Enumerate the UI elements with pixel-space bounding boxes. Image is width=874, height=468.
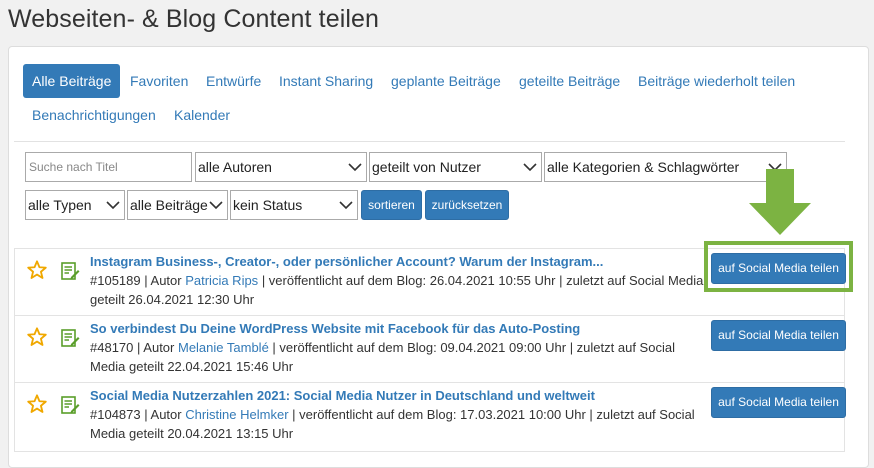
post-meta-line2: Media geteilt 20.04.2021 13:15 Uhr — [90, 426, 294, 441]
post-meta-line2: Media geteilt 22.04.2021 15:46 Uhr — [90, 359, 294, 374]
share-button[interactable]: auf Social Media teilen — [711, 387, 846, 418]
search-input[interactable]: Suche nach Titel — [25, 152, 192, 182]
author-select-value: alle Autoren — [198, 159, 272, 175]
tabs-divider — [14, 141, 845, 142]
post-title[interactable]: So verbindest Du Deine WordPress Website… — [90, 321, 580, 337]
page-title: Webseiten- & Blog Content teilen — [8, 5, 380, 33]
star-icon[interactable] — [26, 393, 48, 415]
tab-entwuerfe[interactable]: Entwürfe — [206, 71, 261, 91]
status-select-value: kein Status — [233, 197, 303, 213]
posts-select[interactable]: alle Beiträge — [127, 190, 228, 220]
share-button[interactable]: auf Social Media teilen — [711, 320, 846, 351]
post-title[interactable]: Social Media Nutzerzahlen 2021: Social M… — [90, 388, 595, 404]
post-meta: #48170 | Autor Melanie Tamblé | veröffen… — [90, 337, 704, 358]
author-prefix: | Autor — [144, 273, 182, 288]
post-id: #48170 — [90, 340, 134, 355]
tab-geplante-beitraege[interactable]: geplante Beiträge — [391, 71, 501, 91]
star-icon[interactable] — [26, 259, 48, 281]
reset-button[interactable]: zurücksetzen — [425, 190, 509, 220]
document-edit-icon — [61, 262, 80, 280]
author-select[interactable]: alle Autoren — [195, 152, 367, 182]
chevron-down-icon — [106, 201, 120, 210]
post-meta-rest: | veröffentlicht auf dem Blog: 26.04.202… — [261, 273, 704, 288]
types-select[interactable]: alle Typen — [25, 190, 125, 220]
author-link[interactable]: Christine Helmker — [185, 407, 288, 422]
chevron-down-icon — [209, 201, 223, 210]
tab-benachrichtigungen[interactable]: Benachrichtigungen — [32, 105, 156, 125]
author-prefix: | Autor — [144, 407, 182, 422]
post-meta-rest: | veröffentlicht auf dem Blog: 09.04.202… — [272, 340, 675, 355]
shared-by-select[interactable]: geteilt von Nutzer — [369, 152, 542, 182]
post-id: #104873 — [90, 407, 141, 422]
post-title[interactable]: Instagram Business-, Creator-, oder pers… — [90, 254, 603, 270]
sort-button[interactable]: sortieren — [361, 190, 422, 220]
author-prefix: | Autor — [137, 340, 175, 355]
categories-select-value: alle Kategorien & Schlagwörter — [547, 159, 740, 175]
author-link[interactable]: Patricia Rips — [185, 273, 258, 288]
posts-select-value: alle Beiträge — [130, 197, 208, 213]
chevron-down-icon — [523, 163, 537, 172]
tab-favoriten[interactable]: Favoriten — [130, 71, 188, 91]
post-meta-line2: geteilt 26.04.2021 12:30 Uhr — [90, 292, 255, 307]
tab-instant-sharing[interactable]: Instant Sharing — [279, 71, 373, 91]
shared-by-select-value: geteilt von Nutzer — [372, 159, 481, 175]
document-edit-icon — [61, 329, 80, 347]
author-link[interactable]: Melanie Tamblé — [178, 340, 269, 355]
post-meta: #105189 | Autor Patricia Rips | veröffen… — [90, 270, 704, 291]
chevron-down-icon — [339, 201, 353, 210]
tab-alle-beitraege[interactable]: Alle Beiträge — [23, 64, 121, 98]
star-icon[interactable] — [26, 326, 48, 348]
tab-wiederholt-teilen[interactable]: Beiträge wiederholt teilen — [638, 71, 795, 91]
chevron-down-icon — [348, 163, 362, 172]
post-meta: #104873 | Autor Christine Helmker | verö… — [90, 404, 704, 425]
document-edit-icon — [61, 396, 80, 414]
share-button-highlight — [704, 241, 853, 292]
post-meta-rest: | veröffentlicht auf dem Blog: 17.03.202… — [292, 407, 695, 422]
tab-kalender[interactable]: Kalender — [174, 105, 230, 125]
tab-geteilte-beitraege[interactable]: geteilte Beiträge — [519, 71, 620, 91]
arrow-down-icon — [749, 169, 811, 235]
status-select[interactable]: kein Status — [230, 190, 358, 220]
post-id: #105189 — [90, 273, 141, 288]
types-select-value: alle Typen — [28, 197, 92, 213]
